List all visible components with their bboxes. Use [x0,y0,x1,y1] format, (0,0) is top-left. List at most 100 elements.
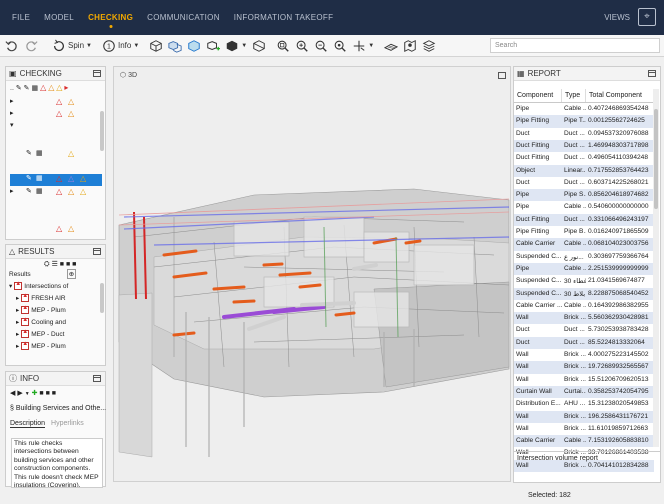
tree-item[interactable]: ▸Cooling and [9,316,105,328]
tab-hyperlinks[interactable]: Hyperlinks [51,420,84,428]
report-panel: ▦ REPORT Component Type Total Component … [513,66,661,483]
table-row[interactable]: Suspended C... غطاء 30 21.0341569674877 [514,275,654,287]
table-row[interactable]: Cable Carrier ...Cable ...0.164392986382… [514,300,654,312]
table-row[interactable]: Wall Brick ... 5.560362930428981 [514,312,654,325]
spin-button[interactable]: Spin ▼ [52,37,92,55]
table-row[interactable]: Cable Carrier Cable ...7.153192605883810 [514,435,654,448]
zoom-selection-icon[interactable] [333,37,347,55]
results-delete-icon[interactable]: ■ [72,261,76,268]
table-row[interactable]: Wall Brick ... 11.61019859712663 [514,423,654,435]
checking-row[interactable]: ✎ ▦ △ [10,149,102,161]
results-filter-icon[interactable]: ⛭ [44,261,50,268]
table-row[interactable]: Duct Fitting Duct ... 0.496054110394248 [514,152,654,164]
menu-file[interactable]: FILE [12,13,30,22]
table-row[interactable]: Duct Duct ... 5.730253938783428 [514,324,654,336]
floor-plan-icon[interactable] [384,37,399,55]
tree-item[interactable]: ▸MEP - Plum [9,304,105,316]
column-header-component[interactable]: Component [514,89,562,102]
checking-row[interactable]: ▾ [10,121,102,133]
table-row[interactable]: Pipe Cable ...2.251539999999999 [514,262,654,276]
table-row[interactable]: Cable Carrier Cable ...0.068104023003756 [514,238,654,251]
pick-dropdown-button[interactable]: ▼ [352,37,374,55]
views-icon[interactable]: ⌖ [638,8,656,26]
table-row[interactable]: Object Linear... 0.717552853764423 [514,164,654,177]
table-row[interactable]: Pipe Fitting Pipe T... 0.00125562724625 [514,115,654,128]
table-row[interactable]: Wall Brick ... 15.51206709620513 [514,374,654,386]
cube-select-icon[interactable] [187,37,201,55]
cube-icon[interactable] [149,37,163,55]
tree-item[interactable]: ▾Intersections of [9,280,105,292]
undo-icon[interactable] [5,37,19,55]
table-row[interactable]: Duct Duct ... 85.5224813332064 [514,336,654,349]
report-scrollbar-thumb[interactable] [654,109,658,209]
zoom-in-icon[interactable] [295,37,309,55]
redo-icon[interactable] [24,37,38,55]
table-row[interactable]: Wall Brick ... 196.2586431176721 [514,410,654,423]
delete-icon[interactable]: ■ [52,390,56,397]
table-row[interactable]: Distribution E... AHU ... 15.3123802054985… [514,398,654,410]
column-header-total-component[interactable]: Total Component [586,89,654,102]
checking-scrollbar[interactable] [100,111,104,151]
panel-maximize-icon[interactable] [93,375,101,382]
table-row[interactable]: Wall Brick ... 4.000275223145502 [514,349,654,361]
tab-description[interactable]: Description [10,420,46,428]
results-root[interactable]: Results ⊕ [9,268,105,280]
tree-item[interactable]: ▸MEP - Plum [9,340,105,352]
building-3d-model[interactable] [114,67,511,482]
cube-dropdown-button[interactable]: ▼ [225,37,247,55]
menu-information-takeoff[interactable]: INFORMATION TAKEOFF [234,13,333,22]
results-folder2-icon[interactable]: ■ [66,261,70,268]
column-header-type[interactable]: Type [562,89,586,102]
table-row[interactable]: Pipe Pipe S...0.856204618974682 [514,189,654,202]
tree-item[interactable]: ▸FRESH AIR [9,292,105,304]
tree-item[interactable]: ▸MEP - Duct [9,328,105,340]
3d-viewport[interactable]: ⬡ 3D [113,66,511,482]
table-row[interactable]: Wall Brick ... 19.72689932565567 [514,361,654,374]
back-arrow-icon[interactable]: ◀ [10,390,15,397]
table-row[interactable]: Duct Duct ... 0.603714225268021 [514,177,654,189]
folder-icon[interactable]: ■ [46,390,50,397]
results-folder-icon[interactable]: ■ [60,261,64,268]
results-scrollbar[interactable] [100,283,104,313]
panel-maximize-icon[interactable] [648,70,656,77]
folder-icon[interactable]: ■ [39,390,43,397]
table-row[interactable]: Duct Fitting Duct ... 1.469948303717898 [514,139,654,153]
checking-row[interactable]: △ △ [10,224,102,236]
table-row[interactable]: Curtain Wall Curtai... 0.358253742054795 [514,385,654,399]
checking-row[interactable]: ▸ △ △ [10,97,102,109]
cube-multi-icon[interactable] [168,37,182,55]
box-section-icon[interactable] [252,37,266,55]
cube-add-icon[interactable] [206,37,221,55]
add-result-icon[interactable]: ⊕ [66,269,77,279]
panel-maximize-icon[interactable] [93,70,101,77]
chevron-down-icon[interactable]: ▼ [25,391,30,397]
checking-row[interactable]: ▸ ✎ ▦ △ △ △ [10,187,102,199]
table-row[interactable]: Pipe Cable ...0.407246869354248 [514,103,654,115]
menu-checking[interactable]: CHECKING [88,13,133,22]
menu-communication[interactable]: COMMUNICATION [147,13,220,22]
menu-model[interactable]: MODEL [44,13,74,22]
search-input[interactable]: Search [490,38,660,53]
chevron-right-icon[interactable]: ▸ [64,83,68,93]
layers-icon[interactable] [422,37,436,55]
map-icon[interactable] [403,37,417,55]
table-row[interactable]: Pipe Cable ...0.540600000000000 [514,201,654,213]
zoom-fit-icon[interactable] [276,37,290,55]
report-scrollbar[interactable] [653,89,659,447]
results-list-icon[interactable]: ☰ [52,261,58,268]
zoom-out-icon[interactable] [314,37,328,55]
type-cell: Cable ... [564,105,586,112]
info-button[interactable]: 1 Info ▼ [102,37,139,55]
checking-row-selected[interactable]: ✎ ▦ △ △ △ [10,174,102,186]
table-row[interactable]: Suspended C... نور ع... 0.303697759366764 [514,251,654,263]
add-icon[interactable]: ✚ [32,390,38,397]
table-row[interactable]: Pipe Fitting Pipe B...0.016240971865509 [514,226,654,238]
total-cell: 0.540600000000000 [588,203,649,211]
views-label[interactable]: VIEWS [604,13,630,22]
table-row[interactable]: Duct Duct ... 0.094537320976088 [514,128,654,140]
panel-maximize-icon[interactable] [93,248,101,255]
forward-arrow-icon[interactable]: ▶ [17,390,22,397]
table-row[interactable]: Duct Fitting Duct ... 0.331066496243197 [514,213,654,226]
table-row[interactable]: Suspended C... بلاط 30 8.228875068540452 [514,287,654,300]
checking-row[interactable]: ▸ △ △ [10,109,102,121]
